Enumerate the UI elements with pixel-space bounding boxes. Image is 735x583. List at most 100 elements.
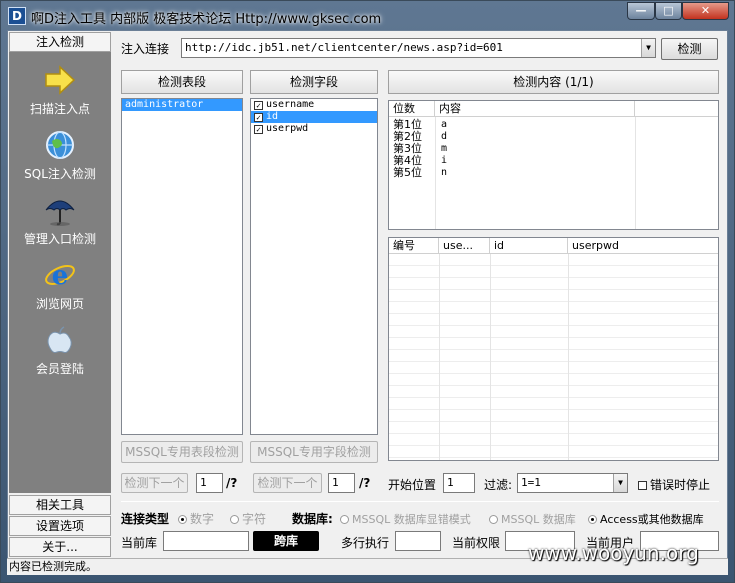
divider [121, 501, 719, 502]
radio-icon[interactable] [230, 515, 239, 524]
grid-divider [435, 117, 436, 229]
digit-value: d [441, 131, 448, 142]
sidebar-item-admin-entry[interactable]: 管理入口检测 [9, 188, 111, 252]
list-item[interactable]: ✓ id [251, 111, 377, 123]
grid-divider [490, 254, 491, 460]
column-header[interactable]: userpwd [568, 238, 718, 254]
watermark: www.wooyun.org [528, 541, 699, 565]
checkbox-icon[interactable]: ✓ [254, 101, 263, 110]
sidebar-item-browse[interactable]: e 浏览网页 [9, 253, 111, 317]
sidebar-item-member-login[interactable]: 会员登陆 [9, 318, 111, 382]
field-name: id [266, 111, 279, 122]
filter-select[interactable]: 1=1 ▼ [517, 473, 628, 493]
tables-header: 检测表段 [121, 70, 243, 94]
app-logo-icon: D [8, 7, 26, 25]
type-string-radio[interactable]: 字符 [230, 510, 266, 527]
checkbox-icon[interactable]: ✓ [254, 125, 263, 134]
digit-position: 第5位 [393, 166, 422, 179]
content-header: 检测内容 (1/1) [388, 70, 719, 94]
window-title: 啊D注入工具 内部版 极客技术论坛 Http://www.gksec.com [31, 12, 382, 27]
db-mssql-error-radio[interactable]: MSSQL 数据库显错模式 [340, 511, 471, 527]
radio-icon[interactable] [588, 515, 597, 524]
multi-exec-input[interactable] [395, 531, 441, 551]
current-db-input[interactable] [163, 531, 249, 551]
tables-list[interactable]: administrator [121, 98, 243, 435]
digit-grid[interactable]: 位数 内容 第1位 a 第2位 d 第3位 m 第4位 i 第5位 n [388, 100, 719, 230]
umbrella-icon [45, 200, 75, 226]
start-position-input[interactable]: 1 [443, 473, 475, 493]
sidebar-tab-settings[interactable]: 设置选项 [9, 516, 111, 536]
list-item[interactable]: ✓ userpwd [251, 123, 377, 135]
column-header[interactable]: id [490, 238, 568, 254]
main-panel: 注入连接 http://idc.jb51.net/clientcenter/ne… [114, 31, 726, 561]
checkbox-icon[interactable] [638, 481, 647, 490]
url-input[interactable]: http://idc.jb51.net/clientcenter/news.as… [181, 38, 656, 58]
field-name: username [266, 99, 315, 110]
apple-icon [47, 326, 72, 353]
connection-type-label: 连接类型 [121, 512, 170, 526]
cross-db-button[interactable]: 跨库 [253, 531, 319, 551]
list-item[interactable]: administrator [122, 99, 242, 111]
database-label: 数据库: [292, 512, 333, 526]
minimize-button[interactable]: — [627, 2, 655, 20]
maximize-button[interactable]: □ [655, 2, 682, 20]
sidebar-item-label: SQL注入检测 [24, 167, 96, 181]
fields-next-button[interactable]: 检测下一个 [253, 473, 322, 493]
sidebar-item-scan[interactable]: 扫描注入点 [9, 58, 111, 122]
chevron-down-icon[interactable]: ▼ [613, 474, 627, 492]
fields-total: /? [359, 476, 371, 490]
stop-on-error-checkbox[interactable]: 错误时停止 [638, 476, 710, 493]
title-bar[interactable]: D 啊D注入工具 内部版 极客技术论坛 Http://www.gksec.com… [1, 1, 734, 31]
check-button[interactable]: 检测 [661, 38, 718, 60]
digit-value: i [441, 155, 448, 166]
checkbox-icon[interactable]: ✓ [254, 113, 263, 122]
start-position-label: 开始位置 [388, 478, 437, 492]
db-access-radio[interactable]: Access或其他数据库 [588, 511, 704, 527]
sidebar-tab-about[interactable]: 关于... [9, 537, 111, 557]
column-header[interactable]: 编号 [389, 238, 439, 254]
grid-divider [439, 254, 440, 460]
sidebar-item-label: 管理入口检测 [23, 232, 96, 246]
tables-count-input[interactable]: 1 [196, 473, 223, 493]
globe-search-icon [46, 131, 74, 159]
fields-count-input[interactable]: 1 [328, 473, 355, 493]
sidebar-item-label: 浏览网页 [35, 297, 84, 311]
sidebar-tab-inject-check[interactable]: 注入检测 [9, 32, 111, 52]
fields-list[interactable]: ✓ username ✓ id ✓ userpwd [250, 98, 378, 435]
tables-total: /? [226, 476, 238, 490]
field-name: userpwd [266, 123, 309, 134]
sidebar: 注入检测 扫描注入点 SQL注入检测 管理入口检测 e 浏览网页 会员登陆 相关… [8, 31, 112, 561]
filter-value: 1=1 [521, 476, 541, 489]
status-text: 内容已检测完成。 [9, 560, 97, 573]
url-value: http://idc.jb51.net/clientcenter/news.as… [185, 41, 503, 54]
sidebar-item-label: 扫描注入点 [29, 102, 90, 116]
chevron-down-icon[interactable]: ▼ [641, 39, 655, 57]
internet-explorer-icon: e [45, 261, 75, 291]
grid-divider [568, 254, 569, 460]
radio-icon[interactable] [340, 515, 349, 524]
current-db-label: 当前库 [121, 536, 158, 550]
sidebar-item-sql-check[interactable]: SQL注入检测 [9, 123, 111, 187]
digit-value: a [441, 119, 448, 130]
mssql-field-check-button[interactable]: MSSQL专用字段检测 [250, 441, 378, 463]
radio-icon[interactable] [178, 515, 187, 524]
filter-label: 过滤: [484, 478, 513, 492]
column-header[interactable]: 内容 [435, 101, 635, 117]
sidebar-item-label: 会员登陆 [35, 362, 84, 376]
sidebar-panel: 扫描注入点 SQL注入检测 管理入口检测 e 浏览网页 会员登陆 [9, 52, 111, 493]
client-area: 注入检测 扫描注入点 SQL注入检测 管理入口检测 e 浏览网页 会员登陆 相关… [7, 30, 728, 575]
tables-next-button[interactable]: 检测下一个 [121, 473, 188, 493]
result-grid[interactable]: 编号 use... id userpwd 1 admin 1 admin [388, 237, 719, 461]
radio-icon[interactable] [489, 515, 498, 524]
url-label: 注入连接 [121, 42, 170, 56]
type-number-radio[interactable]: 数字 [178, 510, 214, 527]
close-button[interactable]: ✕ [682, 2, 729, 20]
db-mssql-radio[interactable]: MSSQL 数据库 [489, 511, 576, 527]
column-header[interactable]: 位数 [389, 101, 435, 117]
fields-header: 检测字段 [250, 70, 378, 94]
mssql-table-check-button[interactable]: MSSQL专用表段检测 [121, 441, 243, 463]
list-item[interactable]: ✓ username [251, 99, 377, 111]
column-header-blank [635, 101, 718, 117]
column-header[interactable]: use... [439, 238, 490, 254]
sidebar-tab-tools[interactable]: 相关工具 [9, 495, 111, 515]
